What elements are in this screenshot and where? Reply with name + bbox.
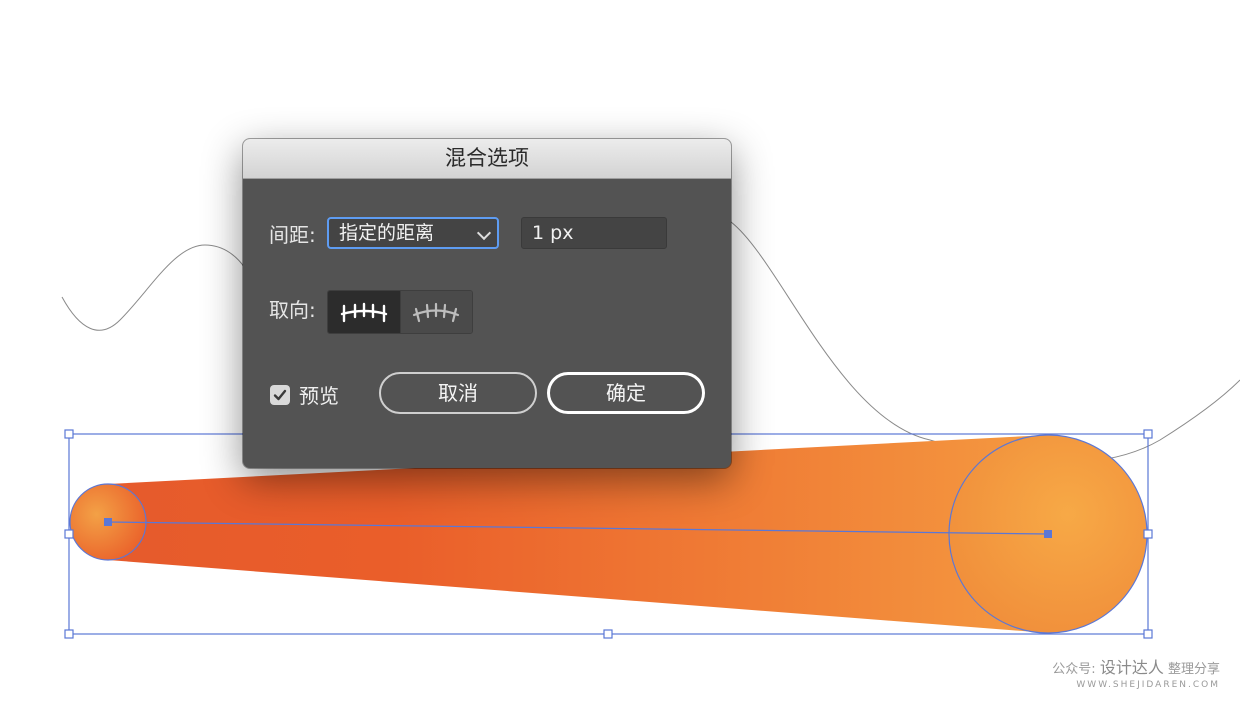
ok-button[interactable]: 确定 <box>547 372 705 414</box>
dialog-title[interactable]: 混合选项 <box>243 139 731 179</box>
bbox-handle-top-right[interactable] <box>1143 429 1153 439</box>
align-to-path-button[interactable] <box>399 291 472 333</box>
bbox-handle-top-left[interactable] <box>64 429 74 439</box>
distance-input[interactable]: 1 px <box>521 217 667 249</box>
spacing-mode-value: 指定的距离 <box>339 222 435 244</box>
bbox-handle-bottom-center[interactable] <box>603 629 613 639</box>
align-to-page-icon <box>340 302 387 323</box>
bbox-handle-bottom-left[interactable] <box>64 629 74 639</box>
preview-label: 预览 <box>299 384 339 408</box>
blend-spine-path-left[interactable] <box>61 244 246 331</box>
bbox-handle-bottom-right[interactable] <box>1143 629 1153 639</box>
orientation-toggle-group <box>327 290 473 334</box>
spacing-label: 间距: <box>269 223 316 247</box>
watermark-brand: 设计达人 <box>1099 658 1164 677</box>
checkbox-checked-icon <box>270 384 290 405</box>
bbox-handle-middle-left[interactable] <box>64 529 74 539</box>
distance-value: 1 px <box>532 222 574 244</box>
watermark-suffix: 整理分享 <box>1167 662 1220 677</box>
watermark-prefix: 公众号: <box>1052 662 1096 677</box>
align-to-path-icon <box>413 302 460 323</box>
bbox-handle-middle-right[interactable] <box>1143 529 1153 539</box>
anchor-point-end[interactable] <box>1044 530 1052 538</box>
preview-checkbox[interactable]: 预览 <box>270 380 339 409</box>
watermark: 公众号: 设计达人 整理分享 WWW.SHEJIDAREN.COM <box>1052 654 1220 690</box>
chevron-down-icon <box>476 225 492 241</box>
align-to-page-button[interactable] <box>328 291 400 333</box>
watermark-line1: 公众号: 设计达人 整理分享 <box>1052 654 1220 678</box>
spacing-mode-select[interactable]: 指定的距离 <box>327 217 499 249</box>
cancel-button[interactable]: 取消 <box>379 372 537 414</box>
blend-options-dialog: 混合选项 间距: 指定的距离 1 px 取向: 预览 取消 确定 <box>243 139 731 468</box>
orientation-label: 取向: <box>269 298 316 322</box>
anchor-point-start[interactable] <box>104 518 112 526</box>
watermark-url: WWW.SHEJIDAREN.COM <box>1076 680 1220 690</box>
blend-spine-path-right[interactable] <box>730 221 1240 464</box>
